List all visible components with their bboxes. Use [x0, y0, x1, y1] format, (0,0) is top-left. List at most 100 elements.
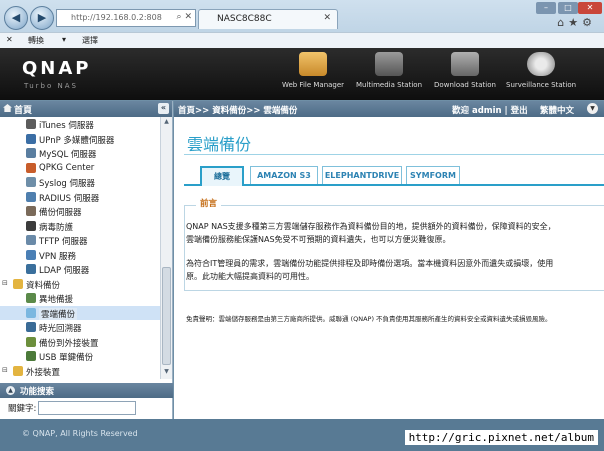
tab-elephantdrive[interactable]: ELEPHANTDRIVE [322, 166, 402, 184]
sidebar-item-label: VPN 服務 [39, 251, 77, 262]
watermark-url: http://gric.pixnet.net/album [404, 430, 598, 445]
service-icon [26, 351, 36, 361]
sidebar-item[interactable]: 備份伺服器 [0, 204, 160, 219]
service-icon [26, 119, 36, 129]
sidebar-item[interactable]: VPN 服務 [0, 248, 160, 263]
intro-legend: 前言 [196, 197, 222, 209]
web-file-manager-button[interactable]: Web File Manager [278, 52, 348, 96]
tab-overview[interactable]: 總覽 [200, 166, 244, 186]
sidebar-item-label: 異地備援 [39, 295, 74, 305]
sidebar-item[interactable]: USB 單鍵備份 [0, 349, 160, 364]
intro-paragraph-1-line-2: 雲端備份服務能保護NAS免受不可預期的資料遺失，也可以方便災難復原。 [186, 235, 451, 244]
sidebar-item[interactable]: ⊟ 資料備份 [0, 277, 160, 292]
convert-button[interactable]: 轉換 [28, 35, 44, 46]
sidebar-item-label: 備份到外接裝置 [39, 338, 99, 349]
minimize-button[interactable]: – [536, 2, 556, 14]
welcome-logout[interactable]: 歡迎 admin | 登出 [452, 104, 528, 116]
sidebar-item-label: 資料備份 [26, 280, 61, 291]
multimedia-station-button[interactable]: Multimedia Station [354, 52, 424, 96]
sidebar-item-label: LDAP 伺服器 [39, 266, 90, 276]
select-button[interactable]: 選擇 [82, 35, 98, 46]
language-selector[interactable]: 繁體中文 [540, 104, 574, 116]
sidebar-item[interactable]: 病毒防護 [0, 219, 160, 234]
sidebar-item[interactable]: iTunes 伺服器 [0, 117, 160, 132]
sidebar-item[interactable]: UPnP 多媒體伺服器 [0, 132, 160, 147]
sidebar-item-label: 時光回溯器 [39, 324, 82, 334]
service-icon [26, 162, 36, 173]
browser-tab[interactable]: NASC8C88C ✕ [198, 9, 338, 29]
sidebar-item-label: USB 單鍵備份 [39, 353, 94, 363]
service-icon [26, 336, 36, 347]
sidebar-item[interactable]: LDAP 伺服器 [0, 262, 160, 277]
folder-globe-icon [299, 52, 327, 76]
main-content: 首頁>> 資料備份>> 雲端備份 歡迎 admin | 登出 繁體中文 ▼ 雲端… [174, 101, 604, 419]
service-icon [26, 307, 36, 318]
chevron-down-icon[interactable]: ▼ [587, 103, 598, 114]
download-icon [451, 52, 479, 76]
refresh-icon[interactable]: ⌕ ✕ [177, 12, 192, 22]
browser-chrome: ◀ ▶ http://192.168.0.2:808 ⌕ ✕ NASC8C88C… [0, 0, 604, 48]
sidebar-item[interactable]: 異地備援 [0, 291, 160, 306]
close-icon[interactable]: ✕ [6, 35, 13, 44]
camera-icon [527, 52, 555, 76]
service-icon [26, 206, 36, 216]
intro-paragraph-2-line-1: 為符合IT管理員的需求，雲端備份功能提供排程及即時備份選項。當本機資料因意外而遺… [186, 259, 554, 268]
intro-paragraph-2-line-2: 原。此功能大幅提高資料的可用性。 [186, 272, 314, 281]
keyword-label: 關鍵字: [8, 404, 37, 414]
folder-icon [13, 365, 23, 376]
home-icon [3, 104, 12, 112]
sidebar-item[interactable]: 備份到外接裝置 [0, 335, 160, 350]
intro-paragraph-1-line-1: QNAP NAS支援多種第三方雲端儲存服務作為資料備份目的地，提供額外的資料備份… [186, 222, 556, 231]
download-station-button[interactable]: Download Station [430, 52, 500, 96]
sidebar-item[interactable]: Syslog 伺服器 [0, 175, 160, 190]
address-bar[interactable]: http://192.168.0.2:808 ⌕ ✕ [56, 9, 196, 27]
qnap-logo: QNAP [22, 58, 92, 79]
sidebar-item[interactable]: 雲端備份 [0, 305, 160, 320]
sidebar-item-label: 外接裝置 [26, 367, 61, 378]
collapse-sidebar-button[interactable]: « [158, 103, 169, 114]
sidebar-item[interactable]: ⊟ 外接裝置 [0, 364, 160, 379]
sidebar-item-label: QPKG Center [39, 162, 95, 173]
expand-toggle-icon[interactable]: ⊟ [2, 279, 12, 289]
scroll-up-icon[interactable]: ▲ [162, 118, 171, 128]
sidebar-item-label: iTunes 伺服器 [39, 121, 94, 131]
sidebar-item[interactable]: TFTP 伺服器 [0, 233, 160, 248]
sidebar-item[interactable]: RADIUS 伺服器 [0, 190, 160, 205]
sidebar-item[interactable]: 時光回溯器 [0, 320, 160, 335]
close-window-button[interactable]: ✕ [578, 2, 602, 14]
toolbar-icons[interactable]: ⌂★⚙ [557, 16, 596, 29]
service-icon [26, 264, 36, 274]
forward-button[interactable]: ▶ [30, 6, 54, 30]
keyword-input[interactable] [38, 401, 136, 415]
surveillance-station-button[interactable]: Surveillance Station [506, 52, 576, 96]
film-icon [375, 52, 403, 76]
service-icon [26, 249, 36, 260]
expand-toggle-icon[interactable]: ⊟ [2, 366, 12, 376]
chevron-up-icon: ▲ [6, 386, 15, 395]
url-text: http://192.168.0.2:808 [71, 13, 162, 22]
sidebar-item[interactable]: MySQL 伺服器 [0, 146, 160, 161]
scroll-down-icon[interactable]: ▼ [162, 368, 171, 378]
sidebar-tree: iTunes 伺服器 UPnP 多媒體伺服器 MySQL 伺服器 QPKG Cente… [0, 117, 160, 379]
sidebar-item-label: TFTP 伺服器 [39, 237, 88, 247]
close-tab-icon[interactable]: ✕ [323, 13, 331, 23]
maximize-button[interactable]: □ [558, 2, 578, 14]
command-bar: ✕ 轉換 ▾ 選擇 [0, 32, 604, 48]
sidebar-scrollbar[interactable]: ▲ ▼ [160, 117, 172, 379]
sidebar-item[interactable]: QPKG Center [0, 161, 160, 176]
tab-strip: 總覽 AMAZON S3 ELEPHANTDRIVE SYMFORM [184, 166, 604, 186]
tab-symform[interactable]: SYMFORM [406, 166, 460, 184]
convert-dropdown-icon[interactable]: ▾ [62, 35, 66, 44]
function-search-header[interactable]: ▲ 功能搜索 [0, 383, 173, 398]
turbo-nas-subtitle: Turbo NAS [24, 82, 78, 90]
title-divider [184, 154, 604, 155]
disclaimer-text: 免責聲明：雲端儲存服務是由第三方廠商所提供。威聯通 (QNAP) 不負責使用其服… [186, 315, 552, 323]
tab-amazon-s3[interactable]: AMAZON S3 [250, 166, 318, 184]
sidebar-item-label: RADIUS 伺服器 [39, 193, 100, 204]
back-button[interactable]: ◀ [4, 6, 28, 30]
qnap-header: QNAP Turbo NAS Web File Manager Multimed… [0, 48, 604, 100]
sidebar-item-label: MySQL 伺服器 [39, 150, 97, 160]
tab-title: NASC8C88C [217, 14, 272, 24]
sidebar-item-label: 雲端備份 [39, 307, 78, 320]
scrollbar-thumb[interactable] [162, 267, 171, 365]
